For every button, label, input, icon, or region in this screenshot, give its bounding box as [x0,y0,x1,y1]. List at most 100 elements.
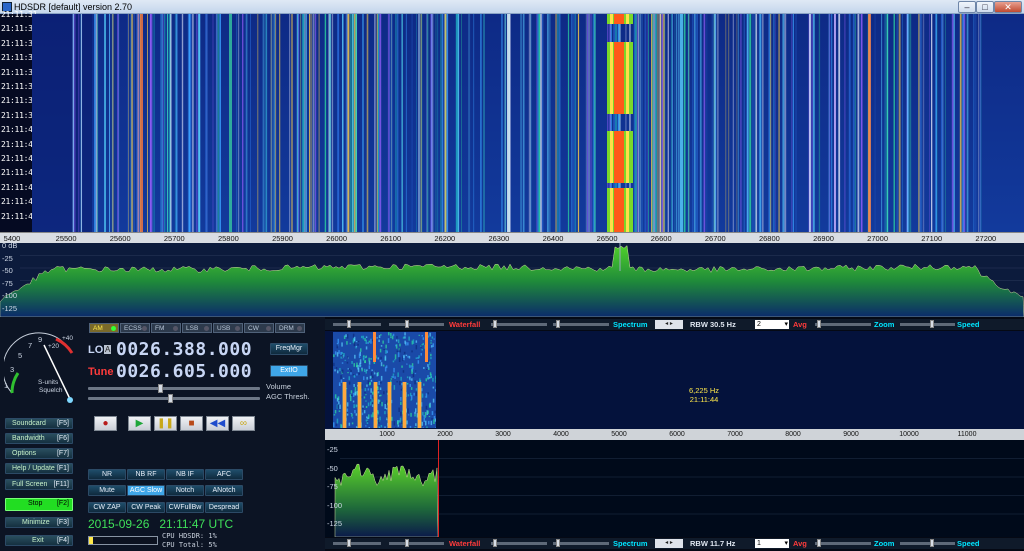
mute-button[interactable]: Mute [88,485,126,496]
slider-thumb[interactable] [347,320,351,328]
af-avg-select[interactable]: 1 ▾ [755,539,789,548]
stop-button[interactable]: Stop [F2] [5,498,73,511]
lo-frequency-value[interactable]: 0026.388.000 [116,339,252,360]
slider-thumb[interactable] [930,539,934,547]
af-filter-edge[interactable] [438,440,439,537]
loop-button[interactable]: ∞ [232,416,255,431]
rf-avg-select[interactable]: 2 ▾ [755,320,789,329]
af-wf-noise [352,392,355,397]
close-window-button[interactable]: ✕ [994,1,1022,13]
mode-drm-button[interactable]: DRM [275,323,305,333]
slider-thumb[interactable] [930,320,934,328]
mode-fm-button[interactable]: FM [151,323,181,333]
bandwidth-button[interactable]: Bandwidth [F6] [5,433,73,444]
stop-recording-button[interactable]: ■ [180,416,203,431]
rf-wf-brightness-slider[interactable] [389,320,444,328]
rf-rbw-stepper[interactable]: ◂ ▸ [655,320,683,329]
options-button[interactable]: Options [F7] [5,448,73,459]
af-wf-noise [364,360,366,363]
mode-lsb-button[interactable]: LSB [182,323,212,333]
cw-fullbw-button[interactable]: CWFullBw [166,502,204,513]
volume-slider[interactable] [88,384,260,393]
slider-thumb[interactable] [493,320,497,328]
nb-rf-button[interactable]: NB RF [127,469,165,480]
despread-button[interactable]: Despread [205,502,243,513]
maximize-window-button[interactable]: □ [976,1,994,13]
play-button[interactable]: ▶ [128,416,151,431]
wf-carrier-trace [659,14,662,232]
wf-carrier-trace [547,14,549,232]
af-waterfall[interactable]: 6,225 Hz 21:11:44 [325,331,1024,429]
af-wf-noise [412,339,415,344]
slider-thumb[interactable] [405,320,409,328]
lo-lock-flag[interactable]: A [104,345,112,354]
mode-usb-button[interactable]: USB [213,323,243,333]
mode-am-button[interactable]: AM [89,323,119,333]
mode-cw-button[interactable]: CW [244,323,274,333]
af-zoom-slider[interactable] [815,539,871,547]
agc-slow-button[interactable]: AGC Slow [127,485,165,496]
af-wf-noise [410,412,412,417]
agc-threshold-slider-thumb[interactable] [168,394,174,403]
rf-zoom-slider[interactable] [815,320,871,328]
af-sp-contrast-slider[interactable] [491,539,547,547]
cw-zap-button[interactable]: CW ZAP [88,502,126,513]
af-wf-noise [353,375,356,378]
exit-button[interactable]: Exit [F4] [5,535,73,546]
af-rbw-stepper[interactable]: ◂ ▸ [655,539,683,548]
rf-wf-contrast-slider[interactable] [333,320,381,328]
slider-thumb[interactable] [405,539,409,547]
af-wf-brightness-slider[interactable] [389,539,444,547]
volume-slider-thumb[interactable] [158,384,164,393]
minimize-button[interactable]: Minimize [F3] [5,517,73,528]
af-wf-noise [345,334,347,338]
anotch-button[interactable]: ANotch [205,485,243,496]
help-update-button[interactable]: Help / Update [F1] [5,463,73,474]
s-scale-plus20: +20 [48,343,60,350]
nb-if-button[interactable]: NB IF [166,469,204,480]
freqmgr-button[interactable]: FreqMgr [270,343,308,355]
afc-button[interactable]: AFC [205,469,243,480]
record-button[interactable]: ● [94,416,117,431]
slider-thumb[interactable] [493,539,497,547]
pause-button[interactable]: ❚❚ [154,416,177,431]
af-frequency-axis[interactable]: 1000 2000 3000 4000 5000 6000 7000 8000 9000 1000… [325,429,1024,440]
af-spectrum[interactable]: -25 -50 -75 -100 -125 [325,440,1024,538]
af-wf-noise [350,390,353,394]
soundcard-button[interactable]: Soundcard [F5] [5,418,73,429]
rf-sp-contrast-slider[interactable] [491,320,547,328]
cw-peak-button[interactable]: CW Peak [127,502,165,513]
rewind-button[interactable]: ◀◀ [206,416,229,431]
rf-frequency-axis[interactable]: 5400 25500 25600 25700 25800 25900 26000 26100 2… [0,232,1024,243]
wf-carrier-trace [437,14,439,232]
tune-frequency-value[interactable]: 0026.605.000 [116,361,252,382]
wf-carrier-trace [347,14,350,232]
af-wf-contrast-slider[interactable] [333,539,381,547]
af-sp-brightness-slider[interactable] [553,539,609,547]
af-wf-noise [370,372,373,376]
rf-speed-slider[interactable] [900,320,955,328]
extio-button[interactable]: ExtIO [270,365,308,377]
s-scale-1: 1 [4,381,9,390]
slider-thumb[interactable] [817,320,821,328]
af-speed-slider[interactable] [900,539,955,547]
wf-carrier-trace [270,14,272,232]
slider-thumb[interactable] [556,320,560,328]
notch-button[interactable]: Notch [166,485,204,496]
mode-ecss-button[interactable]: ECSS [120,323,150,333]
slider-thumb[interactable] [347,539,351,547]
rf-spectrum[interactable]: 0 dB -25 -50 -75 -100 -125 [0,241,1024,318]
rf-waterfall[interactable] [32,14,1024,232]
af-wf-noise [422,427,424,428]
slider-thumb[interactable] [817,539,821,547]
full-screen-button[interactable]: Full Screen [F11] [5,479,73,490]
af-wf-noise [333,422,335,428]
nr-button[interactable]: NR [88,469,126,480]
squelch-label[interactable]: Squelch [39,387,63,394]
slider-thumb[interactable] [556,539,560,547]
minimize-window-button[interactable]: – [958,1,976,13]
af-wf-noise [429,348,432,352]
agc-threshold-slider[interactable] [88,394,260,403]
wf-carrier-trace [111,14,114,232]
rf-sp-brightness-slider[interactable] [553,320,609,328]
